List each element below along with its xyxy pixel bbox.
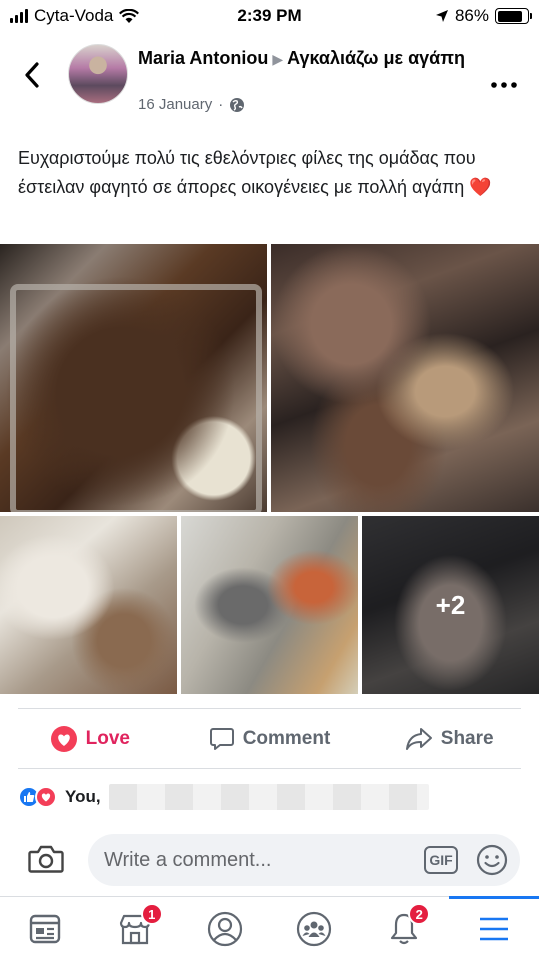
camera-icon: [28, 845, 64, 873]
action-bar: Love Comment Share: [0, 714, 539, 764]
gif-button[interactable]: GIF: [424, 846, 458, 874]
more-dots-icon: [491, 82, 517, 88]
nav-profile[interactable]: [180, 897, 270, 960]
divider: [18, 768, 521, 769]
group-name[interactable]: Αγκαλιάζω με αγάπη: [287, 48, 465, 68]
comment-icon: [209, 728, 234, 750]
post-title: Maria Antoniou ▶ Αγκαλιάζω με αγάπη: [138, 46, 468, 71]
post-date[interactable]: 16 January: [138, 96, 212, 113]
love-reaction-icon: [35, 786, 57, 808]
comment-row: GIF: [0, 826, 539, 892]
comment-label: Comment: [242, 728, 331, 749]
nav-groups[interactable]: [269, 897, 359, 960]
arrow-right-icon: ▶: [272, 51, 284, 67]
back-button[interactable]: [18, 60, 46, 90]
chevron-left-icon: [25, 62, 39, 88]
battery-icon: [495, 8, 532, 24]
location-arrow-icon: [435, 10, 448, 22]
share-label: Share: [440, 728, 494, 749]
news-feed-icon: [29, 914, 61, 943]
menu-icon: [480, 917, 509, 940]
share-icon: [405, 728, 432, 750]
author-avatar[interactable]: [68, 44, 128, 104]
nav-marketplace[interactable]: 1: [90, 897, 180, 960]
battery-fill: [497, 10, 523, 22]
post-text-body: Ευχαριστούμε πολύ τις εθελόντριες φίλες …: [18, 148, 476, 197]
globe-icon: [230, 97, 245, 112]
love-button[interactable]: Love: [0, 714, 180, 764]
camera-button[interactable]: [28, 844, 64, 874]
love-icon: [50, 726, 77, 752]
reactions-prefix: You,: [65, 787, 101, 806]
marketplace-badge: 1: [140, 903, 163, 925]
nav-notifications[interactable]: 2: [359, 897, 449, 960]
love-label: Love: [85, 728, 131, 749]
more-photos-overlay[interactable]: +2: [362, 516, 539, 694]
post-photo-1[interactable]: [0, 244, 267, 512]
reactions-summary[interactable]: You,: [18, 782, 429, 812]
meta-separator: ·: [218, 96, 224, 113]
post-photo-2[interactable]: [271, 244, 539, 512]
more-options-button[interactable]: [491, 68, 517, 94]
nav-news-feed[interactable]: [0, 897, 90, 960]
divider: [18, 708, 521, 709]
nav-menu[interactable]: [449, 896, 539, 960]
post-meta: 16 January ·: [138, 96, 245, 113]
blurred-names: [108, 784, 429, 810]
comment-button[interactable]: Comment: [180, 714, 360, 764]
author-name[interactable]: Maria Antoniou: [138, 48, 268, 68]
battery-percent: 86%: [454, 6, 489, 25]
post-header: Maria Antoniou ▶ Αγκαλιάζω με αγάπη 16 Jan…: [0, 38, 539, 124]
emoji-button[interactable]: [476, 844, 508, 876]
smiley-icon: [476, 844, 508, 876]
notifications-badge: 2: [408, 903, 431, 925]
post-photo-4[interactable]: [181, 516, 358, 694]
profile-icon: [207, 911, 242, 946]
bottom-nav: 1 2: [0, 896, 539, 960]
share-button[interactable]: Share: [359, 714, 539, 764]
status-bar: Cyta-Voda 2:39 PM 86%: [0, 0, 539, 32]
post-photo-3[interactable]: [0, 516, 177, 694]
status-right: 86%: [435, 6, 532, 26]
groups-icon: [297, 911, 332, 946]
post-text: Ευχαριστούμε πολύ τις εθελόντριες φίλες …: [18, 144, 523, 202]
heart-emoji: ❤️: [469, 177, 492, 197]
